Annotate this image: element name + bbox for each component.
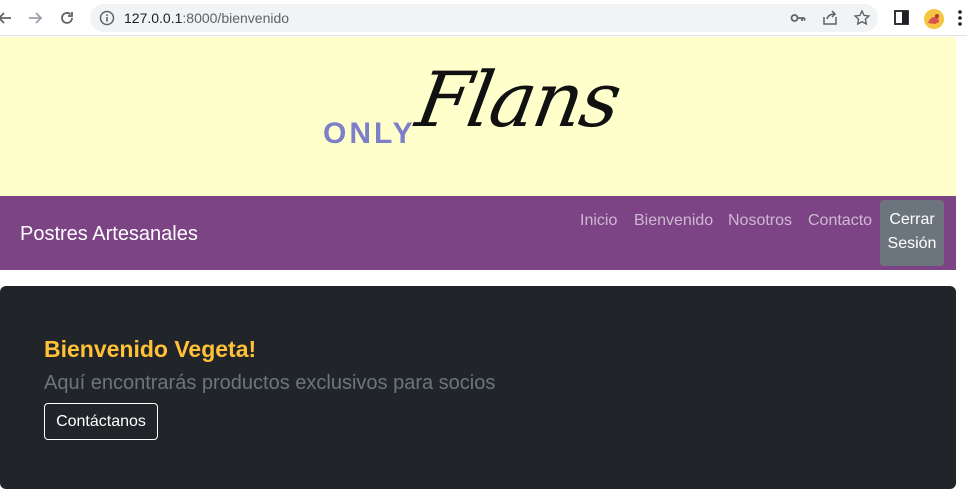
info-icon[interactable] xyxy=(98,9,116,27)
site-logo: ONLY Flans xyxy=(318,55,638,169)
url-path: :8000/bienvenido xyxy=(182,10,290,26)
page-content: ONLY Flans Postres Artesanales Inicio Bi… xyxy=(0,37,967,502)
address-bar[interactable]: 127.0.0.1:8000/bienvenido xyxy=(90,4,878,32)
main-navbar: Postres Artesanales Inicio Bienvenido No… xyxy=(0,196,956,270)
logout-button[interactable]: Cerrar Sesión xyxy=(880,200,944,266)
contact-button[interactable]: Contáctanos xyxy=(44,403,158,440)
header-banner: ONLY Flans xyxy=(0,37,956,196)
reload-icon[interactable] xyxy=(56,7,78,29)
url-host: 127.0.0.1 xyxy=(124,10,183,26)
logout-label-line2: Sesión xyxy=(887,235,937,252)
nav-link-contacto[interactable]: Contacto xyxy=(808,212,872,230)
welcome-hero: Bienvenido Vegeta! Aquí encontrarás prod… xyxy=(0,286,956,489)
welcome-title: Bienvenido Vegeta! xyxy=(44,336,257,362)
navbar-brand[interactable]: Postres Artesanales xyxy=(20,223,198,246)
welcome-subtitle: Aquí encontrarás productos exclusivos pa… xyxy=(44,372,496,394)
logo-only-text: ONLY xyxy=(323,117,416,150)
nav-link-bienvenido[interactable]: Bienvenido xyxy=(634,212,713,230)
nav-link-nosotros[interactable]: Nosotros xyxy=(728,212,792,230)
share-icon[interactable] xyxy=(821,9,839,27)
profile-icon[interactable] xyxy=(923,8,944,29)
nav-link-inicio[interactable]: Inicio xyxy=(580,212,617,230)
back-icon[interactable] xyxy=(0,7,16,29)
star-icon[interactable] xyxy=(853,9,871,27)
key-icon[interactable] xyxy=(789,9,807,27)
browser-toolbar: 127.0.0.1:8000/bienvenido xyxy=(0,0,967,36)
url-text[interactable]: 127.0.0.1:8000/bienvenido xyxy=(124,10,289,26)
logout-label-line1: Cerrar xyxy=(889,211,935,228)
menu-icon[interactable] xyxy=(955,8,967,28)
side-panel-icon[interactable] xyxy=(892,8,912,28)
forward-icon[interactable] xyxy=(24,7,46,29)
logo-flans-text: Flans xyxy=(410,55,627,144)
